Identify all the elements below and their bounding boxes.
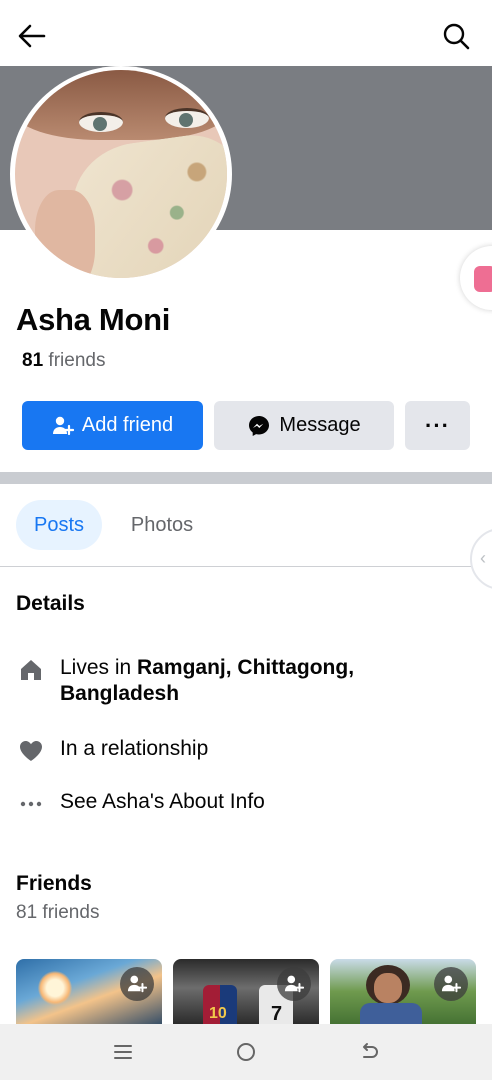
back-arrow-icon[interactable] [16, 20, 48, 52]
add-friend-label: Add friend [81, 414, 174, 436]
jersey-number: 7 [271, 1003, 283, 1025]
message-button[interactable]: Message [214, 401, 394, 450]
add-friend-badge-icon[interactable] [434, 967, 468, 1001]
menu-icon[interactable] [108, 1038, 138, 1066]
friend-thumbnail[interactable] [16, 959, 162, 1031]
tab-underline [0, 566, 492, 567]
friend-thumbnail[interactable]: 10 7 [173, 959, 319, 1031]
add-friend-badge-icon[interactable] [120, 967, 154, 1001]
lives-place-line1[interactable]: Ramganj, Chittagong, [137, 656, 354, 679]
profile-friends-count[interactable]: 81 friends [22, 350, 105, 372]
home-icon [16, 655, 46, 685]
tab-photos[interactable]: Photos [114, 500, 210, 550]
lives-place-line2[interactable]: Bangladesh [60, 682, 179, 705]
section-divider [0, 472, 492, 484]
system-nav-bar [0, 1024, 492, 1080]
back-return-icon[interactable] [354, 1038, 384, 1066]
profile-avatar[interactable] [15, 70, 227, 278]
friends-count-word: friends [48, 350, 106, 371]
floating-pin-handle[interactable] [460, 246, 492, 310]
jersey-number: 10 [209, 1005, 227, 1022]
lives-prefix: Lives in [60, 656, 138, 679]
detail-lives-in: Lives in Ramganj, Chittagong, Bangladesh [16, 655, 476, 707]
add-person-icon [52, 416, 74, 435]
message-label: Message [279, 414, 361, 436]
tab-posts[interactable]: Posts [16, 500, 102, 550]
pin-icon [474, 266, 492, 292]
messenger-icon [249, 415, 270, 436]
details-heading: Details [16, 592, 85, 615]
more-dots-icon [16, 789, 46, 819]
more-dots-icon: ··· [425, 412, 450, 438]
relationship-text: In a relationship [60, 737, 209, 760]
friends-heading: Friends [16, 872, 92, 895]
detail-relationship: In a relationship [16, 736, 476, 766]
more-options-button[interactable]: ··· [405, 401, 470, 450]
friends-count-number: 81 [22, 350, 44, 371]
detail-about-link[interactable]: See Asha's About Info [16, 789, 476, 819]
heart-icon [16, 736, 46, 766]
home-circle-icon[interactable] [231, 1038, 261, 1066]
friend-thumbnail[interactable] [330, 959, 476, 1031]
add-friend-badge-icon[interactable] [277, 967, 311, 1001]
profile-name: Asha Moni [16, 302, 171, 337]
top-bar [0, 0, 492, 66]
chevron-left-icon: ‹ [480, 548, 486, 568]
about-info-text[interactable]: See Asha's About Info [60, 789, 265, 815]
friends-subtitle[interactable]: 81 friends [16, 902, 99, 924]
add-friend-button[interactable]: Add friend [22, 401, 203, 450]
side-handle[interactable]: ‹ [470, 528, 492, 590]
search-icon[interactable] [440, 20, 472, 52]
